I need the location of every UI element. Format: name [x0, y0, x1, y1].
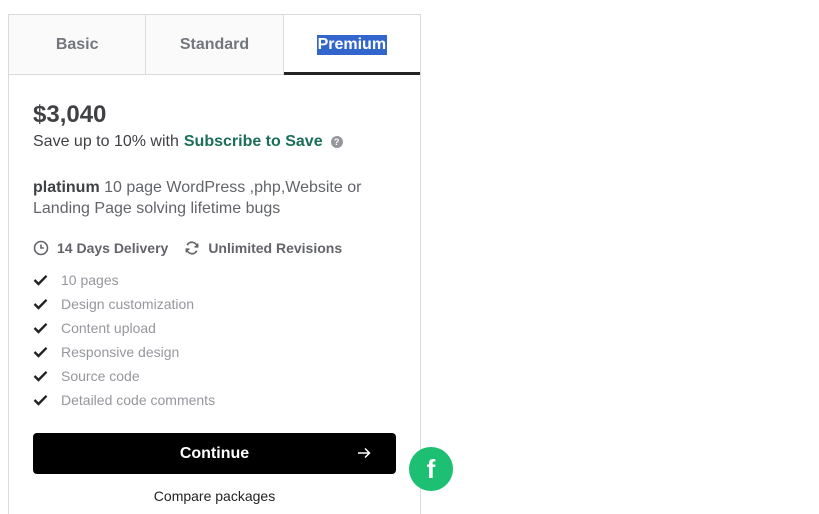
continue-label: Continue	[179, 444, 250, 462]
clock-icon	[33, 240, 49, 256]
feature-item: Content upload	[33, 316, 396, 340]
feature-list: 10 pages Design customization Content up…	[33, 268, 396, 412]
tab-standard-label: Standard	[179, 35, 250, 53]
package-description: platinum 10 page WordPress ,php,Website …	[33, 177, 396, 219]
feature-label: Source code	[61, 368, 140, 384]
package-body: $3,040 Save up to 10% with Subscribe to …	[9, 75, 420, 504]
fab-logo-icon: f	[426, 453, 436, 484]
tab-basic-label: Basic	[55, 35, 99, 53]
check-icon	[33, 346, 48, 358]
delivery-time: 14 Days Delivery	[33, 240, 168, 256]
feature-label: Responsive design	[61, 344, 180, 360]
check-icon	[33, 370, 48, 382]
feature-label: 10 pages	[61, 272, 119, 288]
tab-premium[interactable]: Premium	[283, 15, 421, 75]
revisions: Unlimited Revisions	[184, 240, 342, 256]
check-icon	[33, 298, 48, 310]
delivery-info: 14 Days Delivery Unlimited Revisions	[33, 240, 396, 256]
package-card: Basic Standard Premium $3,040 Save up to…	[8, 14, 421, 514]
feature-label: Design customization	[61, 296, 195, 312]
tab-basic[interactable]: Basic	[9, 15, 147, 74]
package-title: platinum	[33, 179, 100, 196]
save-text: Save up to 10% with	[33, 133, 179, 150]
subscribe-to-save-link[interactable]: Subscribe to Save	[184, 133, 323, 151]
check-icon	[33, 274, 48, 286]
feature-item: Responsive design	[33, 340, 396, 364]
arrow-right-icon	[358, 447, 371, 459]
check-icon	[33, 394, 48, 406]
continue-button[interactable]: Continue	[33, 433, 396, 474]
feature-item: 10 pages	[33, 268, 396, 292]
package-tabs: Basic Standard Premium	[9, 15, 421, 75]
feature-item: Source code	[33, 364, 396, 388]
help-icon[interactable]: ?	[330, 136, 343, 148]
chat-fab-button[interactable]: f	[409, 447, 453, 491]
compare-packages-link[interactable]: Compare packages	[33, 488, 396, 504]
delivery-time-label: 14 Days Delivery	[57, 240, 169, 256]
feature-item: Design customization	[33, 292, 396, 316]
revisions-label: Unlimited Revisions	[208, 240, 343, 256]
refresh-icon	[185, 241, 199, 255]
feature-item: Detailed code comments	[33, 388, 396, 412]
tab-standard[interactable]: Standard	[146, 15, 284, 74]
feature-label: Detailed code comments	[61, 392, 216, 408]
package-price: $3,040	[33, 101, 107, 128]
save-line: Save up to 10% with Subscribe to Save ?	[33, 133, 396, 151]
tab-premium-label: Premium	[316, 34, 388, 55]
feature-label: Content upload	[61, 320, 156, 336]
check-icon	[33, 322, 48, 334]
